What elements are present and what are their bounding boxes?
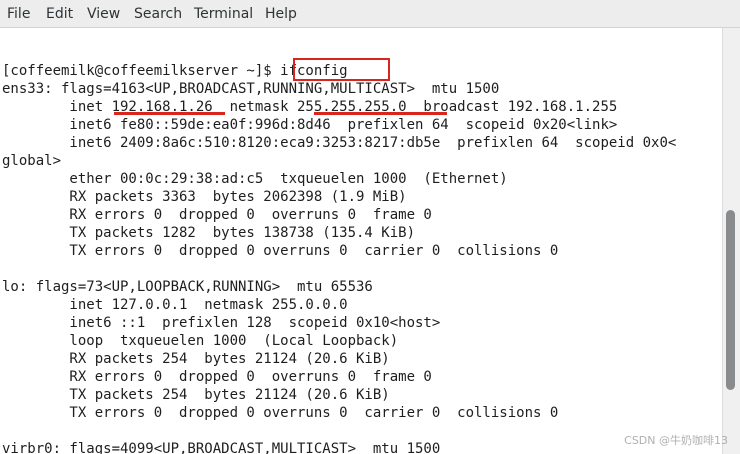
watermark: CSDN @牛奶咖啡13 (624, 434, 728, 447)
terminal-line: inet 127.0.0.1 netmask 255.0.0.0 (2, 297, 348, 313)
terminal-line: inet6 fe80::59de:ea0f:996d:8d46 prefixle… (2, 117, 618, 133)
command-highlight-box (293, 58, 390, 81)
menu-file[interactable]: File (7, 5, 30, 23)
terminal-line: ether 00:0c:29:38:ad:c5 txqueuelen 1000 … (2, 171, 508, 187)
terminal-line: TX errors 0 dropped 0 overruns 0 carrier… (2, 405, 559, 421)
terminal-line: inet 192.168.1.26 netmask 255.255.255.0 … (2, 99, 618, 115)
terminal-line: global> (2, 153, 62, 169)
terminal-output[interactable]: [coffeemilk@coffeemilkserver ~]$ ifconfi… (0, 28, 722, 454)
terminal-line: RX errors 0 dropped 0 overruns 0 frame 0 (2, 369, 432, 385)
terminal-line: inet6 2409:8a6c:510:8120:eca9:3253:8217:… (2, 135, 677, 151)
terminal-window: File Edit View Search Terminal Help [cof… (0, 0, 740, 454)
menu-bar: File Edit View Search Terminal Help (0, 0, 740, 28)
terminal-line: TX packets 254 bytes 21124 (20.6 KiB) (2, 387, 390, 403)
terminal-line: lo: flags=73<UP,LOOPBACK,RUNNING> mtu 65… (2, 279, 373, 295)
terminal-line: virbr0: flags=4099<UP,BROADCAST,MULTICAS… (2, 441, 441, 454)
terminal-line: loop txqueuelen 1000 (Local Loopback) (2, 333, 399, 349)
menu-help[interactable]: Help (265, 5, 297, 23)
terminal-line: inet6 ::1 prefixlen 128 scopeid 0x10<hos… (2, 315, 441, 331)
menu-edit[interactable]: Edit (46, 5, 73, 23)
menu-view[interactable]: View (87, 5, 120, 23)
terminal-line: RX packets 3363 bytes 2062398 (1.9 MiB) (2, 189, 407, 205)
terminal-line: RX packets 254 bytes 21124 (20.6 KiB) (2, 351, 390, 367)
inet-address-underline (114, 112, 225, 115)
scrollbar-thumb[interactable] (726, 210, 735, 390)
terminal-line: TX errors 0 dropped 0 overruns 0 carrier… (2, 243, 559, 259)
vertical-scrollbar[interactable] (722, 28, 740, 454)
terminal-line: RX errors 0 dropped 0 overruns 0 frame 0 (2, 207, 432, 223)
netmask-underline (314, 112, 447, 115)
menu-terminal[interactable]: Terminal (194, 5, 253, 23)
menu-search[interactable]: Search (134, 5, 182, 23)
terminal-line: TX packets 1282 bytes 138738 (135.4 KiB) (2, 225, 416, 241)
terminal-line: ens33: flags=4163<UP,BROADCAST,RUNNING,M… (2, 81, 500, 97)
